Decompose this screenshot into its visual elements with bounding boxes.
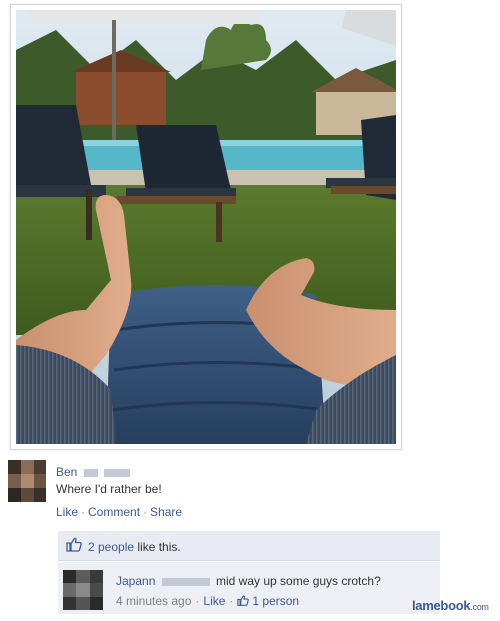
comment: Japann mid way up some guys crotch? 4 mi… — [58, 562, 440, 614]
separator: · — [143, 505, 148, 519]
separator: · — [81, 505, 86, 519]
lamebook-watermark: lamebook.com — [412, 598, 489, 613]
comment-meta: 4 minutes ago · Like · 1 person — [116, 594, 299, 608]
photo-frame — [10, 4, 402, 450]
like-link[interactable]: Like — [56, 505, 78, 519]
comment-like-link[interactable]: Like — [203, 594, 225, 608]
comment-text: mid way up some guys crotch? — [216, 574, 381, 588]
post-author-name[interactable]: Ben — [56, 465, 77, 479]
likes-suffix: like this. — [134, 540, 181, 554]
redacted-surname-2 — [104, 468, 131, 477]
post-author[interactable]: Ben — [56, 465, 131, 479]
photo-illustration — [16, 10, 396, 444]
comment-link[interactable]: Comment — [88, 505, 140, 519]
comment-author-name[interactable]: Japann — [116, 574, 155, 588]
likes-text: 2 people like this. — [88, 540, 181, 554]
redacted-surname — [161, 577, 210, 586]
comment-like-count[interactable]: 1 person — [252, 594, 299, 608]
post-actions: Like · Comment · Share — [56, 505, 182, 519]
comment-time[interactable]: 4 minutes ago — [116, 594, 191, 608]
redacted-surname — [83, 468, 98, 477]
watermark-brand: lamebook — [412, 598, 471, 613]
watermark-tld: .com — [470, 602, 489, 612]
separator: · — [195, 594, 200, 608]
post-text: Where I'd rather be! — [56, 482, 162, 496]
ben-avatar[interactable] — [8, 460, 46, 502]
likes-box: 2 people like this. — [58, 531, 440, 561]
post-photo[interactable] — [16, 10, 396, 444]
thumbs-up-icon — [237, 595, 250, 606]
thumbs-up-icon — [66, 537, 82, 552]
likes-count-link[interactable]: 2 people — [88, 540, 134, 554]
commenter-avatar[interactable] — [63, 570, 103, 610]
separator: · — [229, 594, 234, 608]
comment-author[interactable]: Japann — [116, 574, 210, 588]
share-link[interactable]: Share — [150, 505, 182, 519]
